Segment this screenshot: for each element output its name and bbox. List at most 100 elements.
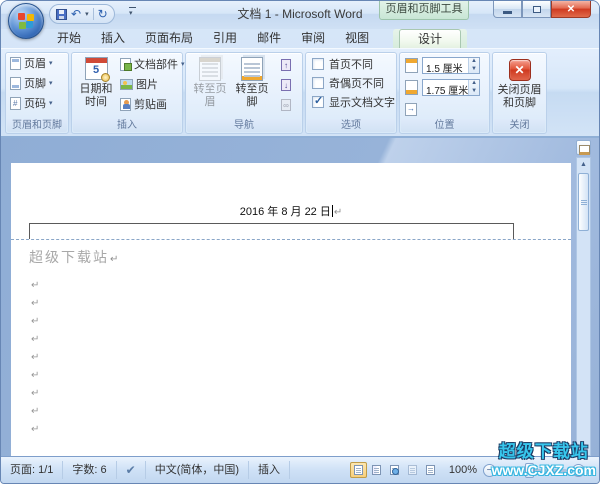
calendar-icon: 5 xyxy=(85,57,108,80)
previous-section-button[interactable]: ↑ xyxy=(276,56,296,74)
contextual-tool-header: 页眉和页脚工具 xyxy=(379,1,469,20)
minimize-icon xyxy=(503,11,512,14)
view-ruler-toggle-button[interactable] xyxy=(576,140,591,155)
spin-down-icon: ▼ xyxy=(469,88,479,96)
close-button[interactable]: ✕ xyxy=(551,1,591,18)
checkbox-icon[interactable] xyxy=(312,58,324,70)
goto-header-button[interactable]: 转至页眉 xyxy=(189,55,231,109)
print-layout-icon xyxy=(354,465,363,475)
tab-mailings[interactable]: 邮件 xyxy=(247,29,291,48)
text-cursor xyxy=(332,205,333,217)
header-from-top-spinner[interactable]: 1.5 厘米 ▲▼ xyxy=(422,57,480,74)
empty-paragraph-marks: ↵ ↵ ↵ ↵ ↵ ↵ ↵ ↵ ↵ xyxy=(31,280,39,442)
scrollbar-thumb[interactable] xyxy=(578,173,589,231)
group-close: ✕ 关闭页眉 和页脚 关闭 xyxy=(492,52,547,134)
insert-alignment-tab-button[interactable] xyxy=(400,97,489,119)
header-date-text[interactable]: 2016 年 8 月 22 日↵ xyxy=(11,203,571,219)
spinner-arrows[interactable]: ▲▼ xyxy=(468,80,479,95)
page-number-icon xyxy=(10,97,21,110)
chevron-down-icon: ▾ xyxy=(49,99,53,107)
print-layout-view-button[interactable] xyxy=(350,462,367,478)
tab-insert[interactable]: 插入 xyxy=(91,29,135,48)
customize-qat-icon[interactable]: ▾ xyxy=(129,7,136,17)
header-button[interactable]: 页眉 ▾ xyxy=(6,53,68,73)
goto-footer-button[interactable]: 转至页脚 xyxy=(231,55,273,109)
paragraph-mark: ↵ xyxy=(31,424,39,442)
show-document-text-option[interactable]: 显示文档文字 xyxy=(306,91,396,110)
tab-view[interactable]: 视图 xyxy=(335,29,379,48)
vertical-scrollbar: ▲ ▼ xyxy=(575,140,592,456)
redo-icon[interactable]: ↻ xyxy=(98,8,108,20)
draft-view-icon xyxy=(426,465,435,475)
save-icon[interactable] xyxy=(56,9,67,20)
scroll-down-icon[interactable]: ▼ xyxy=(577,441,590,454)
tab-references[interactable]: 引用 xyxy=(203,29,247,48)
insert-mode-indicator[interactable]: 插入 xyxy=(249,461,290,479)
restore-button[interactable] xyxy=(522,1,551,18)
zoom-slider-notch xyxy=(534,466,535,475)
undo-icon[interactable]: ↶ xyxy=(71,8,81,20)
web-layout-icon xyxy=(390,465,399,475)
goto-footer-icon xyxy=(241,57,263,81)
header-from-top-row: 1.5 厘米 ▲▼ xyxy=(400,53,489,75)
group-label: 插入 xyxy=(73,119,181,132)
header-icon xyxy=(10,57,21,70)
page[interactable]: 2016 年 8 月 22 日↵ 超级下载站↵ ↵ ↵ ↵ ↵ ↵ ↵ ↵ ↵ … xyxy=(11,163,571,456)
title-bar: ↶ ▾ ↻ ▾ 文档 1 - Microsoft Word 页眉和页脚工具 ✕ xyxy=(1,1,599,29)
quick-parts-button[interactable]: 文档部件 ▾ xyxy=(116,54,189,74)
checkbox-icon[interactable] xyxy=(312,77,324,89)
scroll-up-icon[interactable]: ▲ xyxy=(577,158,590,171)
tab-page-layout[interactable]: 页面布局 xyxy=(135,29,203,48)
footer-button[interactable]: 页脚 ▾ xyxy=(6,73,68,93)
clipart-icon xyxy=(120,98,131,111)
zoom-level[interactable]: 100% xyxy=(443,464,483,476)
tab-home[interactable]: 开始 xyxy=(47,29,91,48)
spinner-arrows[interactable]: ▲▼ xyxy=(468,58,479,73)
web-layout-view-button[interactable] xyxy=(386,462,403,478)
quick-access-toolbar: ↶ ▾ ↻ xyxy=(49,4,115,24)
header-boundary-dashed-line xyxy=(11,239,571,240)
group-label: 导航 xyxy=(187,119,301,132)
zoom-slider-thumb[interactable] xyxy=(525,463,534,478)
group-label: 页眉和页脚 xyxy=(7,119,67,132)
fullscreen-reading-view-button[interactable] xyxy=(368,462,385,478)
alignment-tab-icon xyxy=(405,103,417,116)
close-red-x-icon: ✕ xyxy=(509,59,531,81)
different-first-page-option[interactable]: 首页不同 xyxy=(306,53,396,72)
date-time-button[interactable]: 5 日期和 时间 xyxy=(76,55,116,109)
header-border-line xyxy=(29,223,513,224)
draft-view-button[interactable] xyxy=(422,462,439,478)
outline-view-button[interactable] xyxy=(404,462,421,478)
minimize-button[interactable] xyxy=(493,1,522,18)
group-insert: 5 日期和 时间 文档部件 ▾ 图片 剪贴画 xyxy=(71,52,183,134)
zoom-in-button[interactable]: + xyxy=(572,464,585,477)
tab-review[interactable]: 审阅 xyxy=(291,29,335,48)
zoom-out-button[interactable]: − xyxy=(483,464,496,477)
different-odd-even-option[interactable]: 奇偶页不同 xyxy=(306,72,396,91)
chevron-down-icon: ▾ xyxy=(49,79,53,87)
paragraph-mark: ↵ xyxy=(110,254,120,265)
close-header-footer-button[interactable]: ✕ 关闭页眉 和页脚 xyxy=(496,55,543,110)
next-section-button[interactable]: ↓ xyxy=(276,76,296,94)
word-count[interactable]: 字数: 6 xyxy=(63,461,116,479)
checkbox-icon[interactable] xyxy=(312,96,324,108)
clock-icon xyxy=(101,73,110,82)
footer-from-bottom-spinner[interactable]: 1.75 厘米 ▲▼ xyxy=(422,79,480,96)
clipart-button[interactable]: 剪贴画 xyxy=(116,94,189,114)
body-first-line[interactable]: 超级下载站↵ xyxy=(29,247,120,267)
next-section-icon: ↓ xyxy=(281,79,291,91)
zoom-slider-track[interactable] xyxy=(501,469,567,472)
footer-position-icon xyxy=(405,80,418,95)
tab-design-active[interactable]: 设计 xyxy=(399,29,461,48)
scrollbar-track[interactable]: ▲ ▼ xyxy=(576,157,591,456)
group-navigation: 转至页眉 转至页脚 ↑ ↓ ∞ 导航 xyxy=(185,52,303,134)
link-to-previous-button[interactable]: ∞ xyxy=(276,96,296,114)
office-button[interactable] xyxy=(8,3,44,39)
page-number-button[interactable]: 页码 ▾ xyxy=(6,93,68,113)
language-indicator[interactable]: 中文(简体，中国) xyxy=(146,461,249,479)
goto-header-icon xyxy=(199,57,221,81)
proofing-status-icon[interactable]: ✔ xyxy=(117,461,146,479)
page-indicator[interactable]: 页面: 1/1 xyxy=(1,461,63,479)
undo-dropdown-icon[interactable]: ▾ xyxy=(85,10,89,18)
picture-button[interactable]: 图片 xyxy=(116,74,189,94)
